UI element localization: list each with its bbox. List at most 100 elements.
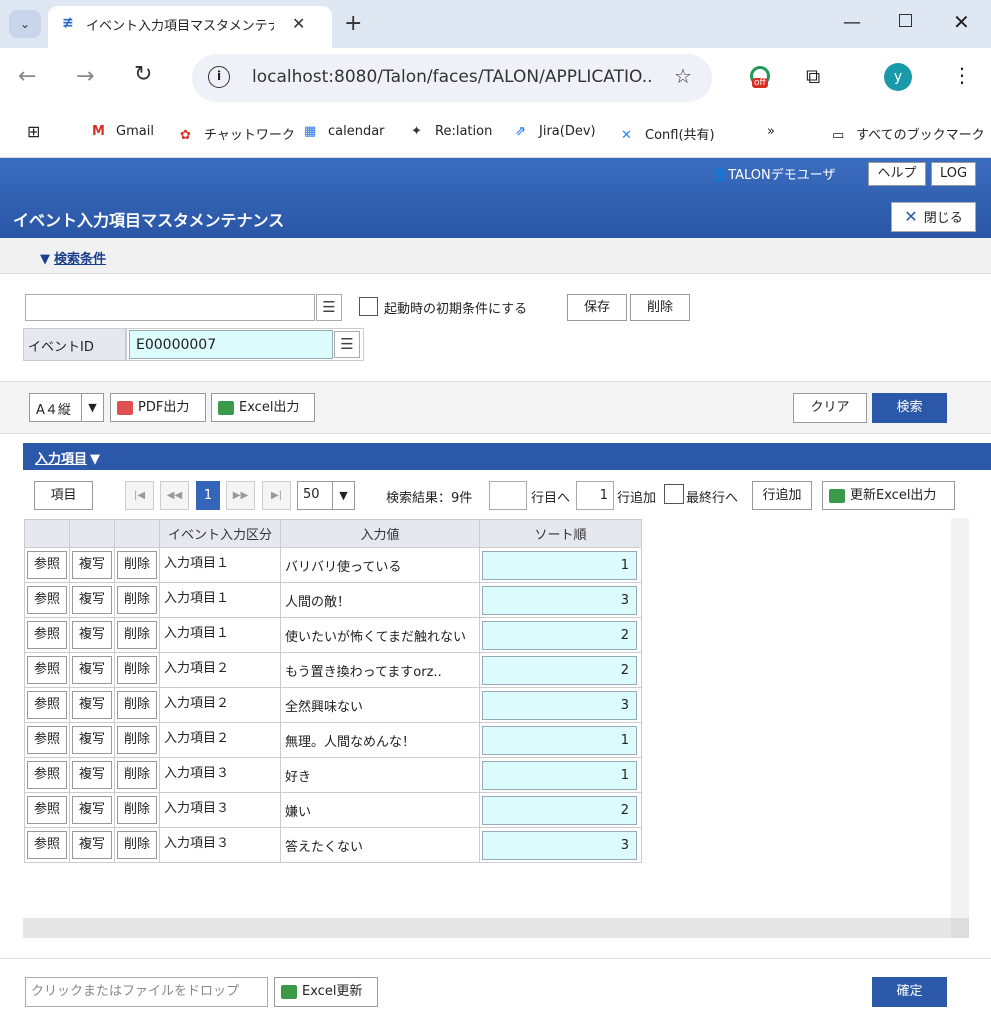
apps-grid-icon[interactable]: ⊞ <box>27 122 40 141</box>
bookmark-gmail[interactable]: M Gmail <box>92 124 154 139</box>
search-button[interactable]: 検索 <box>872 393 947 423</box>
bookmark-chatwork[interactable]: ✿ チャットワーク <box>180 124 295 143</box>
column-header-sort[interactable]: ソート順 <box>479 519 642 548</box>
extension-off-icon[interactable]: off <box>748 66 774 92</box>
copy-button[interactable]: 複写 <box>72 726 112 754</box>
add-row-count-input[interactable]: 1 <box>576 481 614 510</box>
column-header-kind[interactable]: イベント入力区分 <box>159 519 281 548</box>
browser-menu-icon[interactable]: ⋮ <box>952 63 972 87</box>
dropdown-arrow-icon[interactable]: ▼ <box>81 394 103 421</box>
bookmark-calendar[interactable]: ▦ calendar <box>304 124 385 139</box>
horizontal-scrollbar[interactable] <box>23 918 951 938</box>
pdf-export-button[interactable]: PDF出力 <box>110 393 206 422</box>
copy-button[interactable]: 複写 <box>72 831 112 859</box>
url-text[interactable]: localhost:8080/Talon/faces/TALON/APPLICA… <box>252 67 652 87</box>
view-button[interactable]: 参照 <box>27 586 67 614</box>
bookmark-relation[interactable]: ✦ Re:lation <box>411 124 492 139</box>
tab-title: イベント入力項目マスタメンテナンス <box>86 19 274 33</box>
window-maximize-icon[interactable] <box>899 14 912 27</box>
save-preset-button[interactable]: 保存 <box>567 294 627 321</box>
results-toggle[interactable]: 入力項目 ▼ <box>35 448 100 467</box>
more-bookmarks-icon[interactable]: » <box>767 124 775 139</box>
preset-list-icon[interactable]: ☰ <box>316 294 342 321</box>
reload-icon[interactable]: ↻ <box>134 62 152 87</box>
delete-row-button[interactable]: 削除 <box>117 726 157 754</box>
clear-button[interactable]: クリア <box>793 393 867 423</box>
excel-export-button[interactable]: Excel出力 <box>211 393 315 422</box>
back-arrow-icon[interactable]: ← <box>18 64 36 89</box>
view-button[interactable]: 参照 <box>27 551 67 579</box>
sort-order-input[interactable]: 2 <box>482 795 637 825</box>
column-items-button[interactable]: 項目 <box>34 481 93 510</box>
sort-order-input[interactable]: 1 <box>482 725 637 755</box>
bookmark-confluence[interactable]: ✕ Confl(共有) <box>621 124 715 143</box>
site-info-icon[interactable]: i <box>208 66 230 88</box>
delete-row-button[interactable]: 削除 <box>117 691 157 719</box>
sort-order-input[interactable]: 2 <box>482 620 637 650</box>
view-button[interactable]: 参照 <box>27 761 67 789</box>
update-excel-export-button[interactable]: 更新Excel出力 <box>822 481 955 510</box>
profile-avatar[interactable]: y <box>884 63 912 91</box>
column-header-value[interactable]: 入力値 <box>280 519 480 548</box>
all-bookmarks[interactable]: ▭ すべてのブックマーク <box>832 124 985 143</box>
copy-button[interactable]: 複写 <box>72 621 112 649</box>
copy-button[interactable]: 複写 <box>72 761 112 789</box>
initial-condition-checkbox[interactable] <box>359 297 378 316</box>
window-minimize-icon[interactable]: — <box>843 12 861 33</box>
delete-row-button[interactable]: 削除 <box>117 586 157 614</box>
help-button[interactable]: ヘルプ <box>868 162 926 186</box>
user-menu[interactable]: 👤TALONデモユーザ <box>712 164 836 183</box>
forward-arrow-icon[interactable]: → <box>76 64 94 89</box>
window-close-icon[interactable]: ✕ <box>953 10 970 34</box>
copy-button[interactable]: 複写 <box>72 551 112 579</box>
sort-order-input[interactable]: 3 <box>482 585 637 615</box>
new-tab-icon[interactable]: + <box>344 11 362 36</box>
bookmark-jira[interactable]: ⇗ Jira(Dev) <box>515 124 596 139</box>
file-drop-zone[interactable]: クリックまたはファイルをドロップ <box>25 977 268 1007</box>
tab-search-chevron-icon[interactable]: ⌄ <box>9 10 41 38</box>
jump-row-input[interactable] <box>489 481 527 510</box>
delete-row-button[interactable]: 削除 <box>117 796 157 824</box>
current-page[interactable]: 1 <box>196 481 220 510</box>
view-button[interactable]: 参照 <box>27 656 67 684</box>
sort-order-input[interactable]: 2 <box>482 655 637 685</box>
sort-order-input[interactable]: 3 <box>482 830 637 860</box>
delete-row-button[interactable]: 削除 <box>117 761 157 789</box>
log-button[interactable]: LOG <box>931 162 976 186</box>
copy-button[interactable]: 複写 <box>72 656 112 684</box>
dropdown-arrow-icon[interactable]: ▼ <box>332 482 354 509</box>
view-button[interactable]: 参照 <box>27 726 67 754</box>
add-row-button[interactable]: 行追加 <box>752 481 812 510</box>
next-page-icon[interactable]: ▶▶ <box>226 481 255 510</box>
vertical-scrollbar[interactable] <box>951 518 969 918</box>
sort-order-input[interactable]: 1 <box>482 760 637 790</box>
delete-row-button[interactable]: 削除 <box>117 831 157 859</box>
event-id-input[interactable]: E00000007 <box>129 330 333 359</box>
excel-update-button[interactable]: Excel更新 <box>274 977 378 1007</box>
bookmark-star-icon[interactable]: ☆ <box>674 64 692 88</box>
sort-order-input[interactable]: 3 <box>482 690 637 720</box>
copy-button[interactable]: 複写 <box>72 796 112 824</box>
delete-row-button[interactable]: 削除 <box>117 621 157 649</box>
extensions-puzzle-icon[interactable]: ⧉ <box>806 64 820 88</box>
sort-order-input[interactable]: 1 <box>482 550 637 580</box>
view-button[interactable]: 参照 <box>27 621 67 649</box>
prev-page-icon[interactable]: ◀◀ <box>160 481 189 510</box>
close-button[interactable]: ✕ 閉じる <box>891 202 976 232</box>
copy-button[interactable]: 複写 <box>72 586 112 614</box>
view-button[interactable]: 参照 <box>27 691 67 719</box>
search-conditions-toggle[interactable]: ▼ 検索条件 <box>40 248 106 267</box>
event-id-list-icon[interactable]: ☰ <box>334 331 360 358</box>
last-row-checkbox[interactable] <box>664 484 684 504</box>
view-button[interactable]: 参照 <box>27 831 67 859</box>
delete-preset-button[interactable]: 削除 <box>630 294 690 321</box>
last-page-icon[interactable]: ▶| <box>262 481 291 510</box>
delete-row-button[interactable]: 削除 <box>117 551 157 579</box>
confirm-button[interactable]: 確定 <box>872 977 947 1007</box>
view-button[interactable]: 参照 <box>27 796 67 824</box>
first-page-icon[interactable]: |◀ <box>125 481 154 510</box>
copy-button[interactable]: 複写 <box>72 691 112 719</box>
tab-close-icon[interactable]: ✕ <box>292 14 305 33</box>
search-preset-input[interactable] <box>25 294 315 321</box>
delete-row-button[interactable]: 削除 <box>117 656 157 684</box>
